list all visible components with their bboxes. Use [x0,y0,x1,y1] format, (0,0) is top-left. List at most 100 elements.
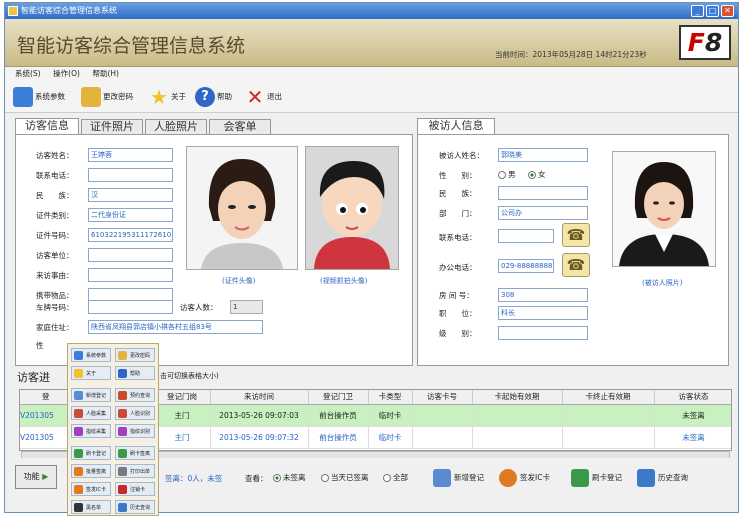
visitor-name-field[interactable]: 王婷蓉 [88,148,173,162]
toolbar-change-password-button[interactable]: 更改密码 [81,85,133,109]
camera-photo-caption: (视频抓拍头像) [320,277,368,285]
card-swipe-register-button[interactable]: 刷卡登记 [571,467,622,489]
host-gender-female-label: 女 [538,170,546,179]
dial-office-button[interactable]: ☎ [562,253,590,277]
host-ethnic-field[interactable] [498,186,588,200]
toolbar-about-button[interactable]: ★ 关于 [149,85,186,109]
radio-female[interactable] [528,171,536,179]
fingerprint-recognition-icon [118,427,127,436]
app-icon [8,6,18,16]
host-phone-label: 联系电话： [439,233,477,242]
popup-item[interactable]: 签发IC卡 [71,482,111,496]
visitor-count-field[interactable]: 1 [230,300,263,314]
popup-item[interactable]: 新增登记 [71,388,111,402]
visitor-unit-field[interactable] [88,248,173,262]
visitor-reason-field[interactable] [88,268,173,282]
host-gender-male-radio[interactable]: 男 [498,169,516,180]
popup-item[interactable]: 刷卡签离 [115,446,155,460]
radio-unsigned[interactable] [273,474,281,482]
visitor-address-field[interactable]: 陕西省凤翔县郭店镇小祺各村五组83号 [88,320,263,334]
popup-item[interactable]: 关于 [71,366,111,380]
cell-status: 未签离 [654,404,731,427]
popup-item[interactable]: 更改密码 [115,348,155,362]
popup-item-label: 人脸识别 [130,411,151,417]
popup-item-label: 指纹采集 [86,429,107,435]
visitor-ethnic-field[interactable]: 汉 [88,188,173,202]
filter-today-label: 当天已签离 [331,473,369,482]
host-room-field[interactable]: 308 [498,288,588,302]
phone-icon: ☎ [566,256,586,274]
menu-help[interactable]: 帮助(H) [92,67,119,81]
col-header[interactable]: 卡起始有效期 [472,390,563,405]
close-button[interactable]: ✕ [721,5,734,17]
col-header[interactable]: 登记门卫 [308,390,369,405]
history-query-button[interactable]: 历史查询 [637,467,688,489]
filter-unsigned-radio[interactable]: 未签离 [273,472,306,483]
minimize-button[interactable]: _ [691,5,704,17]
popup-item[interactable]: 指纹识别 [115,424,155,438]
toolbar-help-button[interactable]: ? 帮助 [195,85,232,109]
popup-item[interactable]: 人脸识别 [115,406,155,420]
host-level-field[interactable] [498,326,588,340]
tab-meeting-form[interactable]: 会客单 [209,119,271,134]
toolbar-system-settings-button[interactable]: 系统参数 [13,85,65,109]
popup-item[interactable]: 预约查询 [115,388,155,402]
visitor-idno-field[interactable]: 610322195311172610 [88,228,173,242]
popup-item[interactable]: 注销卡 [115,482,155,496]
history-icon [118,503,127,512]
cell-card: 临时卡 [368,426,413,449]
popup-item[interactable]: 历史查询 [115,500,155,514]
visitor-info-panel: 访客姓名： 王婷蓉 联系电话： 民 族： 汉 证件类别： 二代身份证 证件号码：… [15,134,413,366]
cell-empty [472,426,563,449]
maximize-button[interactable]: □ [706,5,719,17]
tab-host-info[interactable]: 被访人信息 [417,118,495,134]
radio-all[interactable] [383,474,391,482]
host-photo [612,151,716,267]
col-header[interactable]: 登记门岗 [154,390,211,405]
issue-ic-card-button[interactable]: 签发IC卡 [499,467,550,489]
filter-today-radio[interactable]: 当天已签离 [321,472,369,483]
host-title-field[interactable]: 科长 [498,306,588,320]
visitor-plate-field[interactable] [88,300,173,314]
menu-operation[interactable]: 操作(O) [53,67,80,81]
popup-item[interactable]: 批量签离 [71,464,111,478]
popup-item[interactable]: 黑名单 [71,500,111,514]
function-button[interactable]: 功能 ▶ [15,465,57,489]
popup-item[interactable]: 系统参数 [71,348,111,362]
host-level-label: 级 别： [439,329,477,338]
popup-item[interactable]: 人脸采集 [71,406,111,420]
host-gender-female-radio[interactable]: 女 [528,169,546,180]
tab-face-photo[interactable]: 人脸照片 [145,119,207,134]
visitor-idtype-field[interactable]: 二代身份证 [88,208,173,222]
popup-item[interactable]: 帮助 [115,366,155,380]
radio-today[interactable] [321,474,329,482]
face-recognition-icon [118,409,127,418]
function-popup-menu: 系统参数 更改密码 关于 帮助 新增登记 预约查询 人脸采集 人脸识别 指纹采集… [67,343,159,516]
popup-item[interactable]: 打印出单 [115,464,155,478]
radio-male[interactable] [498,171,506,179]
popup-item[interactable]: 刷卡登记 [71,446,111,460]
col-header[interactable]: 卡类型 [368,390,413,405]
toolbar-exit-button[interactable]: ✕ 退出 [245,85,282,109]
col-header[interactable]: 卡终止有效期 [562,390,655,405]
col-header[interactable]: 访客卡号 [412,390,473,405]
tab-visitor-info[interactable]: 访客信息 [15,118,79,134]
host-phone-field[interactable] [498,229,554,243]
hotkey-number: 8 [704,28,723,57]
cell-id: V201305 [20,426,73,449]
filter-all-radio[interactable]: 全部 [383,472,408,483]
id-photo-caption: (证件头像) [222,277,256,285]
new-register-button[interactable]: 新增登记 [433,467,484,489]
visitor-phone-field[interactable] [88,168,173,182]
dial-phone-button[interactable]: ☎ [562,223,590,247]
tab-id-photo[interactable]: 证件照片 [81,119,143,134]
col-header[interactable]: 登 [20,390,73,405]
host-dept-field[interactable]: 公司办 [498,206,588,220]
host-office-field[interactable]: 029-88888888 [498,259,554,273]
col-header[interactable]: 访客状态 [654,390,731,405]
host-name-field[interactable]: 郭晓美 [498,148,588,162]
popup-item-label: 系统参数 [86,353,107,359]
menu-system[interactable]: 系统(S) [15,67,41,81]
popup-item[interactable]: 指纹采集 [71,424,111,438]
col-header[interactable]: 来访时间 [210,390,309,405]
